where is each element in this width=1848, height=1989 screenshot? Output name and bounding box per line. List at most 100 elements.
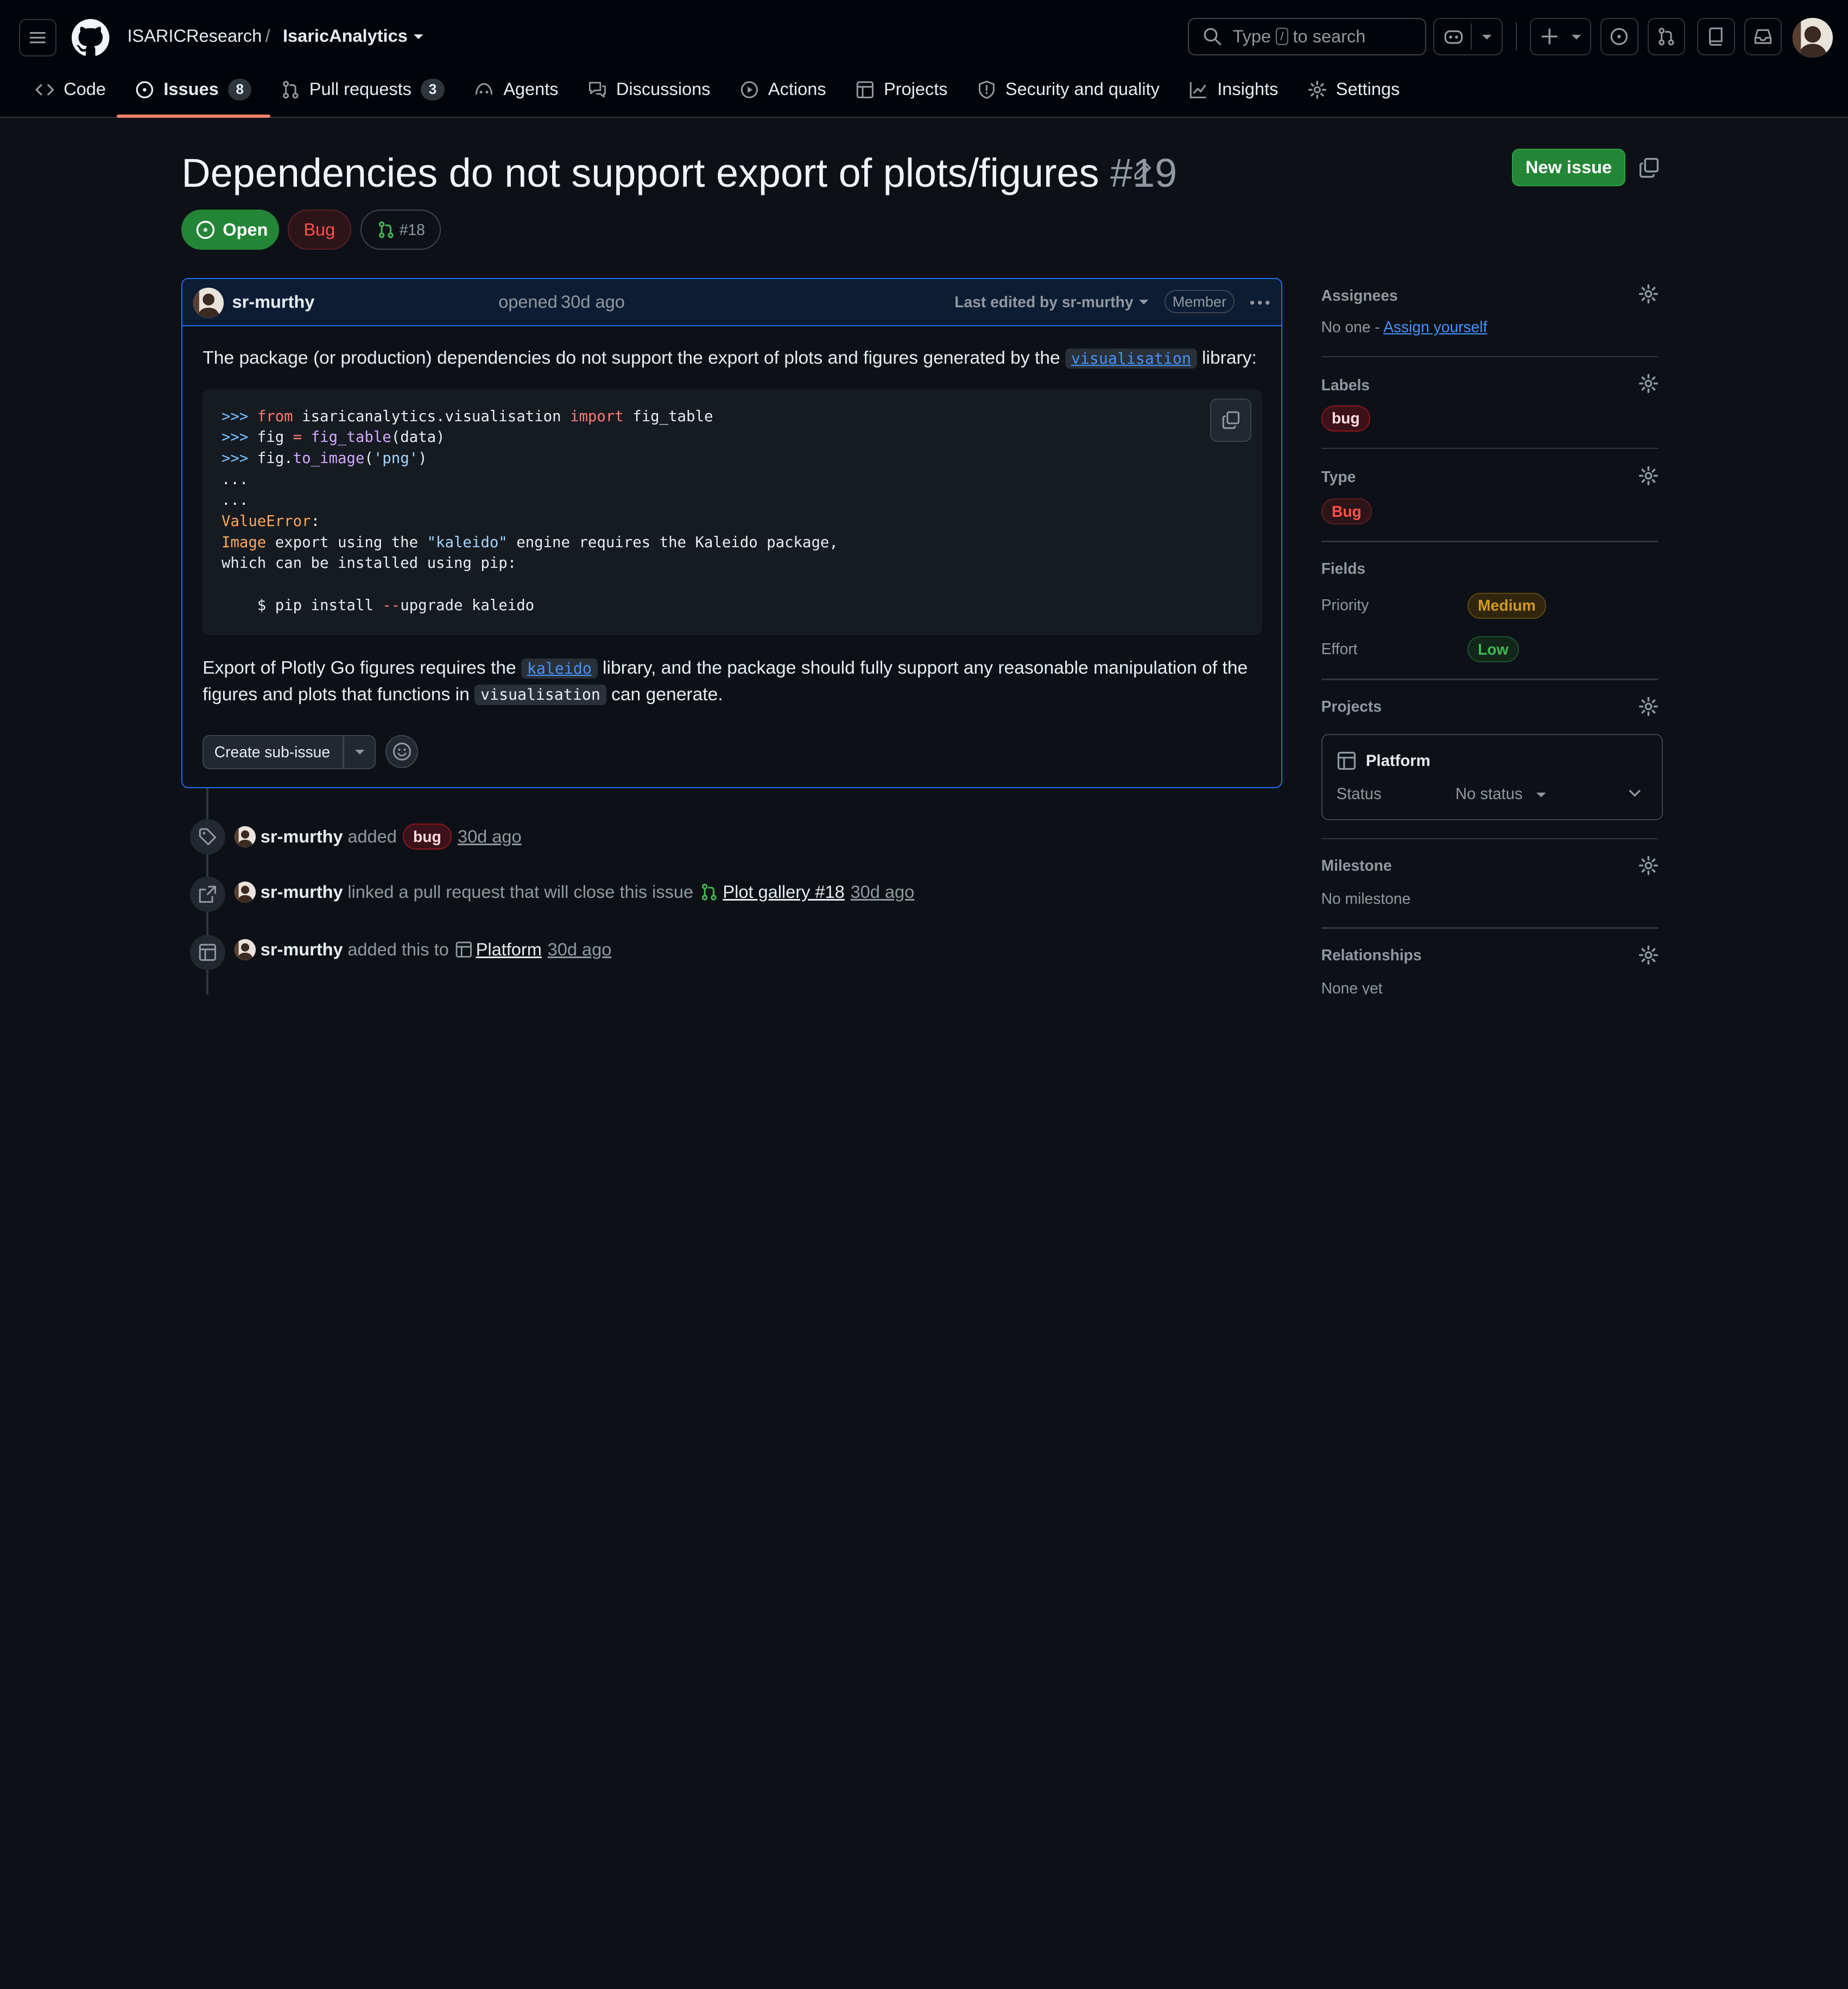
comment-paragraph-2: Export of Plotly Go figures requires the… bbox=[202, 655, 1248, 708]
search-input[interactable]: Type / to search bbox=[1188, 17, 1426, 56]
gear-icon bbox=[1638, 466, 1658, 485]
create-new-button[interactable] bbox=[1529, 17, 1591, 56]
issues-count: 8 bbox=[228, 79, 252, 100]
last-edited-dropdown[interactable]: Last edited by sr-murthy bbox=[954, 293, 1133, 311]
project-link[interactable]: Platform bbox=[476, 940, 542, 960]
tag-icon bbox=[199, 828, 216, 845]
tab-projects[interactable]: Projects bbox=[846, 68, 957, 111]
project-status-dropdown[interactable]: No status bbox=[1455, 785, 1523, 803]
actor-avatar[interactable] bbox=[235, 939, 256, 961]
chevron-down-icon bbox=[1138, 300, 1149, 305]
timeline-badge bbox=[189, 819, 225, 854]
copy-code-button[interactable] bbox=[1210, 398, 1252, 442]
gear-icon bbox=[1638, 945, 1658, 965]
repositories-button[interactable] bbox=[1697, 17, 1735, 56]
timeline-time[interactable]: 30d ago bbox=[458, 827, 522, 847]
visualisation-link[interactable]: visualisation bbox=[1065, 348, 1197, 369]
author-avatar[interactable] bbox=[193, 287, 224, 318]
assignees-settings-button[interactable] bbox=[1638, 284, 1659, 304]
copilot-icon bbox=[1444, 30, 1463, 44]
labels-settings-button[interactable] bbox=[1638, 373, 1659, 394]
timeline-time[interactable]: 30d ago bbox=[548, 940, 612, 960]
linked-pr-number: #18 bbox=[399, 220, 425, 238]
paragraph-text: library, and the package should fully su… bbox=[603, 657, 1248, 678]
type-settings-button[interactable] bbox=[1638, 466, 1659, 486]
issue-state-label: Open bbox=[223, 219, 268, 239]
tab-label: Discussions bbox=[616, 79, 711, 99]
bug-label[interactable]: bug bbox=[402, 824, 452, 850]
comment-paragraph-1: The package (or production) dependencies… bbox=[202, 345, 1257, 372]
create-sub-issue-button[interactable]: Create sub-issue bbox=[202, 735, 376, 770]
tab-agents[interactable]: Agents bbox=[465, 68, 568, 111]
relationships-settings-button[interactable] bbox=[1638, 945, 1659, 965]
effort-value[interactable]: Low bbox=[1467, 636, 1519, 663]
breadcrumb-owner[interactable]: ISARICResearch bbox=[127, 23, 262, 49]
git-pull-request-icon bbox=[702, 883, 717, 901]
sidebar-bug-label[interactable]: bug bbox=[1321, 405, 1371, 432]
milestone-heading: Milestone bbox=[1321, 857, 1392, 875]
paragraph-text: library: bbox=[1202, 347, 1257, 368]
project-name[interactable]: Platform bbox=[1366, 752, 1431, 770]
new-issue-button[interactable]: New issue bbox=[1512, 148, 1625, 186]
issue-state-badge: Open bbox=[181, 210, 280, 250]
sidebar-type-badge[interactable]: Bug bbox=[1321, 498, 1372, 525]
search-shortcut: / bbox=[1275, 28, 1288, 46]
actor-avatar[interactable] bbox=[235, 826, 256, 847]
chevron-down-icon bbox=[1536, 792, 1546, 797]
timeline-time[interactable]: 30d ago bbox=[851, 882, 915, 902]
tab-label: Actions bbox=[768, 79, 826, 99]
edit-title-button[interactable] bbox=[1131, 161, 1153, 182]
timeline-actor[interactable]: sr-murthy bbox=[261, 882, 343, 902]
sidebar-divider bbox=[1321, 356, 1659, 357]
github-logo-icon[interactable] bbox=[72, 18, 110, 56]
tab-discussions[interactable]: Discussions bbox=[578, 68, 719, 111]
sidebar-divider bbox=[1321, 679, 1659, 680]
table-icon bbox=[1337, 751, 1356, 770]
tab-actions[interactable]: Actions bbox=[730, 68, 836, 111]
issue-type-badge[interactable]: Bug bbox=[287, 210, 351, 250]
code-content: >>> from isaricanalytics.visualisation i… bbox=[221, 408, 838, 614]
pull-requests-button[interactable] bbox=[1647, 17, 1686, 56]
inbox-button[interactable] bbox=[1744, 17, 1782, 56]
tab-insights[interactable]: Insights bbox=[1180, 68, 1288, 111]
type-heading: Type bbox=[1321, 467, 1356, 485]
tab-label: Projects bbox=[883, 79, 948, 99]
issues-button[interactable] bbox=[1600, 17, 1638, 56]
priority-value[interactable]: Medium bbox=[1467, 592, 1547, 619]
pencil-icon bbox=[1134, 163, 1151, 180]
kaleido-link[interactable]: kaleido bbox=[521, 658, 598, 679]
tab-security[interactable]: Security and quality bbox=[967, 68, 1169, 111]
comment-time[interactable]: 30d ago bbox=[561, 292, 625, 312]
breadcrumb-repo[interactable]: IsaricAnalytics bbox=[283, 23, 408, 49]
comment-options-button[interactable] bbox=[1248, 291, 1271, 314]
projects-settings-button[interactable] bbox=[1638, 696, 1659, 717]
timeline-actor[interactable]: sr-murthy bbox=[261, 940, 343, 960]
tab-settings[interactable]: Settings bbox=[1298, 68, 1409, 111]
copy-icon bbox=[1222, 411, 1239, 429]
user-avatar[interactable] bbox=[1792, 17, 1833, 58]
tab-issues[interactable]: Issues 8 bbox=[116, 68, 270, 118]
assign-yourself-link[interactable]: Assign yourself bbox=[1383, 318, 1487, 335]
linked-pr-badge[interactable]: #18 bbox=[360, 210, 441, 250]
actor-avatar[interactable] bbox=[235, 881, 256, 903]
page: ISARICResearch / IsaricAnalytics Type / … bbox=[0, 0, 1848, 995]
smiley-icon bbox=[393, 743, 411, 761]
tab-label: Agents bbox=[503, 79, 559, 99]
gear-icon bbox=[1638, 374, 1658, 394]
timeline-actor[interactable]: sr-murthy bbox=[261, 827, 343, 847]
comment-author[interactable]: sr-murthy bbox=[232, 292, 314, 312]
milestone-settings-button[interactable] bbox=[1638, 856, 1659, 876]
search-prefix: Type bbox=[1232, 26, 1271, 46]
visualisation-code: visualisation bbox=[474, 685, 606, 705]
chevron-down-icon bbox=[355, 750, 365, 755]
menu-button[interactable] bbox=[18, 18, 57, 57]
chevron-down-icon[interactable] bbox=[1627, 785, 1643, 801]
tab-pull-requests[interactable]: Pull requests 3 bbox=[271, 68, 454, 111]
repo-dropdown-icon[interactable] bbox=[413, 32, 425, 41]
tab-label: Pull requests bbox=[309, 79, 412, 99]
tab-code[interactable]: Code bbox=[26, 68, 116, 111]
linked-pr-link[interactable]: Plot gallery #18 bbox=[723, 882, 844, 902]
copilot-button[interactable] bbox=[1433, 17, 1503, 56]
add-reaction-button[interactable] bbox=[385, 735, 419, 769]
copy-link-button[interactable] bbox=[1638, 157, 1660, 178]
